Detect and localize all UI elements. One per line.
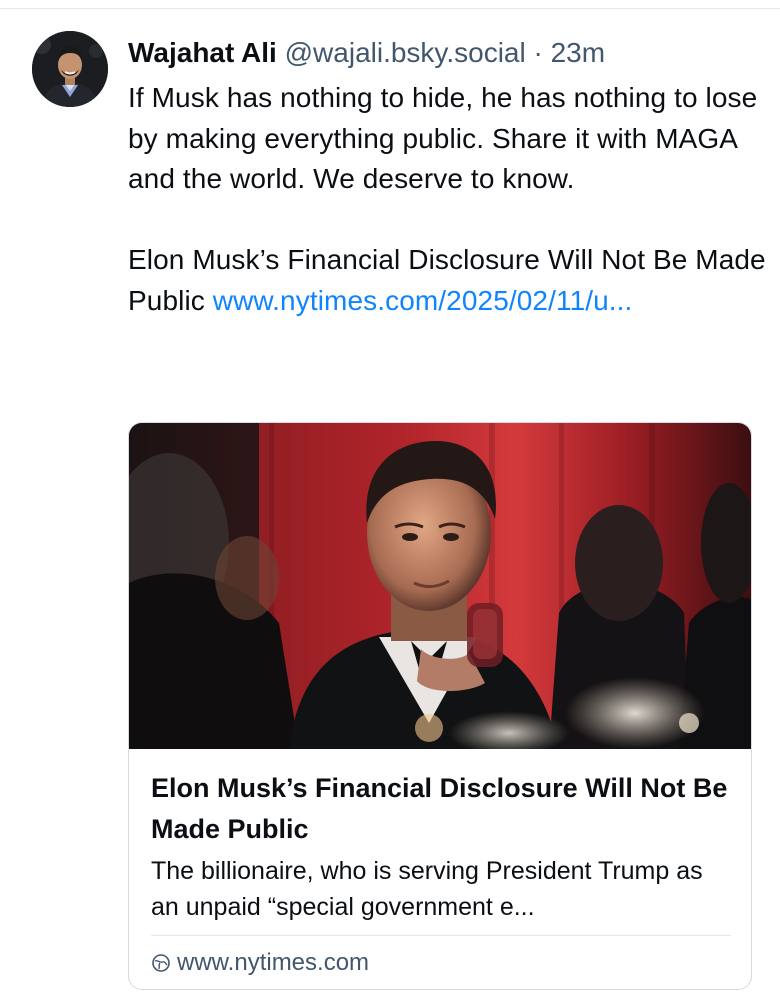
link-card-domain-row: www.nytimes.com	[151, 945, 369, 981]
post-text-paragraph-2: Elon Musk’s Financial Disclosure Will No…	[128, 240, 768, 321]
link-card-image	[129, 423, 751, 749]
globe-icon	[152, 954, 170, 972]
link-card-divider	[151, 935, 731, 936]
post-timestamp[interactable]: 23m	[551, 37, 605, 68]
author-handle[interactable]: @wajali.bsky.social	[285, 37, 526, 68]
separator-dot: ·	[533, 37, 543, 68]
link-card-description: The billionaire, who is serving Presiden…	[151, 857, 703, 921]
link-card-title[interactable]: Elon Musk’s Financial Disclosure Will No…	[151, 768, 731, 850]
user-avatar-icon	[32, 31, 108, 107]
post-body: If Musk has nothing to hide, he has noth…	[128, 78, 768, 321]
post-header: Wajahat Ali @wajali.bsky.social · 23m	[128, 33, 605, 73]
link-card[interactable]: Elon Musk’s Financial Disclosure Will No…	[128, 422, 752, 990]
top-divider	[0, 8, 780, 9]
author-avatar[interactable]	[32, 31, 108, 107]
link-card-domain: www.nytimes.com	[177, 949, 370, 976]
post-text-paragraph: If Musk has nothing to hide, he has noth…	[128, 82, 758, 194]
post-link[interactable]: www.nytimes.com/2025/02/11/u...	[213, 285, 633, 316]
author-name[interactable]: Wajahat Ali	[128, 37, 277, 68]
